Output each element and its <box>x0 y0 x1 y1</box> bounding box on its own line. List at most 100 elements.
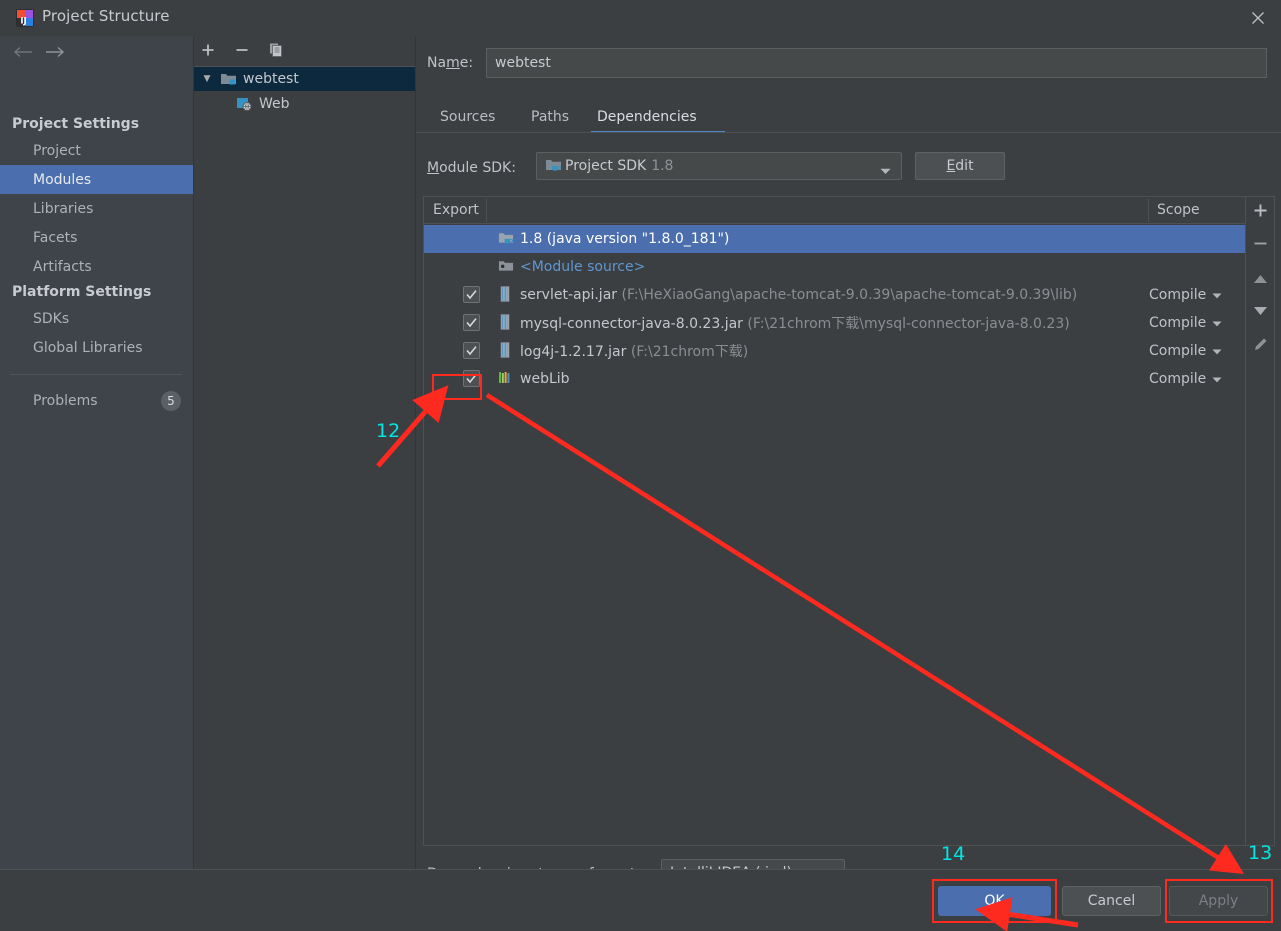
library-icon <box>498 370 514 387</box>
dialog-footer: OK Cancel Apply <box>0 870 1281 931</box>
chevron-down-icon[interactable] <box>880 163 891 179</box>
dependencies-table-header: Export Scope <box>424 197 1246 224</box>
table-row[interactable]: mysql-connector-java-8.0.23.jar (F:\21ch… <box>424 309 1246 337</box>
scope-dropdown[interactable]: Compile <box>1149 287 1246 303</box>
move-down-button[interactable] <box>1246 297 1275 324</box>
sidebar-item-sdks[interactable]: SDKs <box>0 304 193 333</box>
column-divider[interactable] <box>1148 199 1149 222</box>
title-bar: IJ Project Structure <box>0 0 1281 36</box>
jar-icon <box>498 286 514 303</box>
dependency-path: (F:\HeXiaoGang\apache-tomcat-9.0.39\apac… <box>621 287 1078 303</box>
module-sdk-value: Project SDK <box>565 158 647 174</box>
dependency-path: (F:\21chrom下载) <box>630 344 749 360</box>
tab-sources[interactable]: Sources <box>438 100 497 133</box>
settings-sidebar: Project Settings Project Modules Librari… <box>0 36 193 931</box>
modules-tree-toolbar <box>194 36 416 64</box>
arrow-left-icon[interactable] <box>10 43 36 61</box>
jar-icon <box>498 342 514 359</box>
sidebar-item-problems[interactable]: Problems 5 <box>0 386 193 415</box>
jar-icon <box>498 314 514 331</box>
sdk-folder-icon <box>498 230 514 247</box>
edit-sdk-button[interactable]: Edit <box>915 152 1005 180</box>
table-row[interactable]: <Module source> <box>424 253 1246 281</box>
scope-dropdown[interactable]: Compile <box>1149 371 1246 387</box>
tab-label: Dependencies <box>597 108 697 125</box>
export-checkbox[interactable] <box>463 342 480 359</box>
dependency-name: <Module source> <box>520 259 646 275</box>
move-up-button[interactable] <box>1246 265 1275 292</box>
sidebar-item-facets[interactable]: Facets <box>0 223 193 252</box>
column-header-scope[interactable]: Scope <box>1157 197 1200 223</box>
module-folder-icon <box>220 71 237 90</box>
sidebar-item-label: Problems <box>33 392 98 409</box>
svg-text:IJ: IJ <box>20 17 26 27</box>
arrow-right-icon[interactable] <box>42 43 68 61</box>
add-dependency-button[interactable] <box>1246 197 1275 224</box>
table-row[interactable]: 1.8 (java version "1.8.0_181") <box>424 225 1246 253</box>
tab-paths[interactable]: Paths <box>529 100 571 133</box>
tree-node-label: Web <box>259 96 290 112</box>
annotation-number-13: 13 <box>1248 842 1273 864</box>
name-label: Name: <box>427 55 474 71</box>
sidebar-item-label: Libraries <box>33 200 94 217</box>
problems-count-badge: 5 <box>161 391 181 411</box>
table-row[interactable]: log4j-1.2.17.jar (F:\21chrom下载) Compile <box>424 337 1246 365</box>
project-structure-dialog: IJ Project Structure Project Settings Pr… <box>0 0 1281 931</box>
edit-pencil-icon[interactable] <box>1246 330 1275 357</box>
name-input[interactable]: webtest <box>486 48 1267 78</box>
annotation-number-12: 12 <box>376 420 401 442</box>
scope-value: Compile <box>1149 371 1207 387</box>
dependencies-side-toolbar <box>1245 197 1274 845</box>
scope-dropdown[interactable]: Compile <box>1149 343 1246 359</box>
close-icon[interactable] <box>1235 0 1281 36</box>
column-header-export[interactable]: Export <box>433 197 479 223</box>
table-row[interactable]: webLib Compile <box>424 365 1246 393</box>
copy-module-icon[interactable] <box>264 39 288 61</box>
module-editor: Name: webtest Sources Paths Dependencies… <box>415 36 1281 887</box>
dependency-name: webLib <box>520 371 570 387</box>
scope-value: Compile <box>1149 287 1207 303</box>
cancel-button[interactable]: Cancel <box>1062 886 1161 916</box>
sidebar-item-modules[interactable]: Modules <box>0 165 193 194</box>
sidebar-item-label: SDKs <box>33 310 70 327</box>
chevron-down-icon <box>1212 343 1222 359</box>
intellij-idea-logo-icon: IJ <box>16 9 34 27</box>
dependency-path: (F:\21chrom下载\mysql-connector-java-8.0.2… <box>747 316 1070 332</box>
annotation-highlight-export-checkbox <box>432 374 482 400</box>
sidebar-item-libraries[interactable]: Libraries <box>0 194 193 223</box>
dependency-name: 1.8 (java version "1.8.0_181") <box>520 231 730 247</box>
chevron-down-icon <box>1212 287 1222 303</box>
tree-node-web[interactable]: Web <box>194 92 416 116</box>
tab-dependencies[interactable]: Dependencies <box>595 100 699 133</box>
module-sdk-dropdown[interactable]: Project SDK 1.8 <box>536 152 902 180</box>
column-divider[interactable] <box>486 199 487 222</box>
sidebar-item-artifacts[interactable]: Artifacts <box>0 252 193 281</box>
module-sdk-label: Module SDK: <box>427 160 516 176</box>
chevron-down-icon <box>1212 371 1222 387</box>
sidebar-item-project[interactable]: Project <box>0 136 193 165</box>
scope-dropdown[interactable]: Compile <box>1149 315 1246 331</box>
tree-node-label: webtest <box>243 71 299 87</box>
export-checkbox[interactable] <box>463 314 480 331</box>
chevron-down-icon <box>1212 315 1222 331</box>
sidebar-item-label: Global Libraries <box>33 339 143 356</box>
modules-tree-panel: ▼ webtest Web <box>193 36 416 869</box>
add-module-button[interactable] <box>196 39 220 61</box>
chevron-down-icon[interactable]: ▼ <box>200 74 214 84</box>
export-checkbox[interactable] <box>463 286 480 303</box>
annotation-number-14: 14 <box>941 843 966 865</box>
sidebar-item-global-libraries[interactable]: Global Libraries <box>0 333 193 362</box>
sidebar-nav-arrows <box>0 36 193 68</box>
sidebar-item-label: Project <box>33 142 81 159</box>
table-row[interactable]: servlet-api.jar (F:\HeXiaoGang\apache-to… <box>424 281 1246 309</box>
sidebar-item-label: Modules <box>33 171 92 188</box>
remove-module-button[interactable] <box>230 39 254 61</box>
scope-value: Compile <box>1149 315 1207 331</box>
tab-label: Sources <box>440 108 496 125</box>
remove-dependency-button[interactable] <box>1246 230 1275 257</box>
dependency-name: servlet-api.jar <box>520 287 618 303</box>
tree-node-webtest[interactable]: ▼ webtest <box>194 67 416 91</box>
scope-value: Compile <box>1149 343 1207 359</box>
sidebar-divider <box>10 374 182 375</box>
module-sdk-version: 1.8 <box>651 158 674 174</box>
